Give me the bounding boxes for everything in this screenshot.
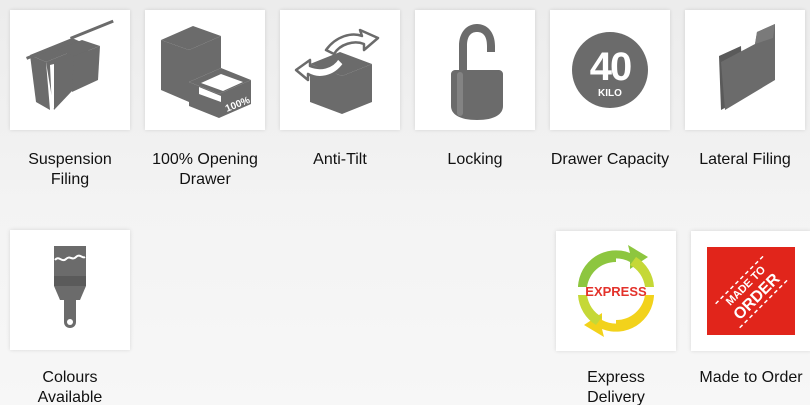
drawer-capacity-tile: 40 KILO xyxy=(550,10,670,130)
feature-grid: Suspension Filing 100% 100% Opening Draw… xyxy=(0,0,810,405)
locking-tile xyxy=(415,10,535,130)
feature-label: 100% Opening Drawer xyxy=(152,151,258,188)
lateral-folder-icon xyxy=(719,24,775,110)
suspension-filing-tile xyxy=(10,10,130,130)
feature-label: Drawer Capacity xyxy=(550,151,670,168)
opening-drawer-icon: 100% xyxy=(161,26,252,118)
express-text: EXPRESS xyxy=(585,284,647,299)
lateral-filing-tile xyxy=(685,10,805,130)
paintbrush-icon xyxy=(54,246,86,328)
feature-label: Colours Available xyxy=(37,369,103,405)
capacity-number: 40 xyxy=(590,45,631,89)
express-cycle-icon: EXPRESS xyxy=(578,245,654,337)
anti-tilt-tile xyxy=(280,10,400,130)
suspension-filing-icon xyxy=(25,19,114,110)
feature-label: Lateral Filing xyxy=(699,151,791,168)
padlock-icon xyxy=(451,24,503,120)
anti-tilt-icon xyxy=(294,28,380,114)
feature-label: Express Delivery xyxy=(587,369,645,405)
opening-drawer-tile: 100% xyxy=(145,10,265,130)
made-to-order-tile: MADE TO ORDER xyxy=(691,231,810,351)
capacity-badge-icon: 40 KILO xyxy=(572,32,648,108)
express-delivery-tile: EXPRESS xyxy=(556,231,676,351)
capacity-unit: KILO xyxy=(598,88,622,99)
feature-label: Locking xyxy=(447,151,503,168)
feature-label: Made to Order xyxy=(699,369,803,386)
feature-label: Suspension Filing xyxy=(28,151,112,188)
made-to-order-stamp-icon: MADE TO ORDER xyxy=(707,247,795,335)
feature-label: Anti-Tilt xyxy=(313,151,367,168)
colours-tile xyxy=(10,230,130,350)
